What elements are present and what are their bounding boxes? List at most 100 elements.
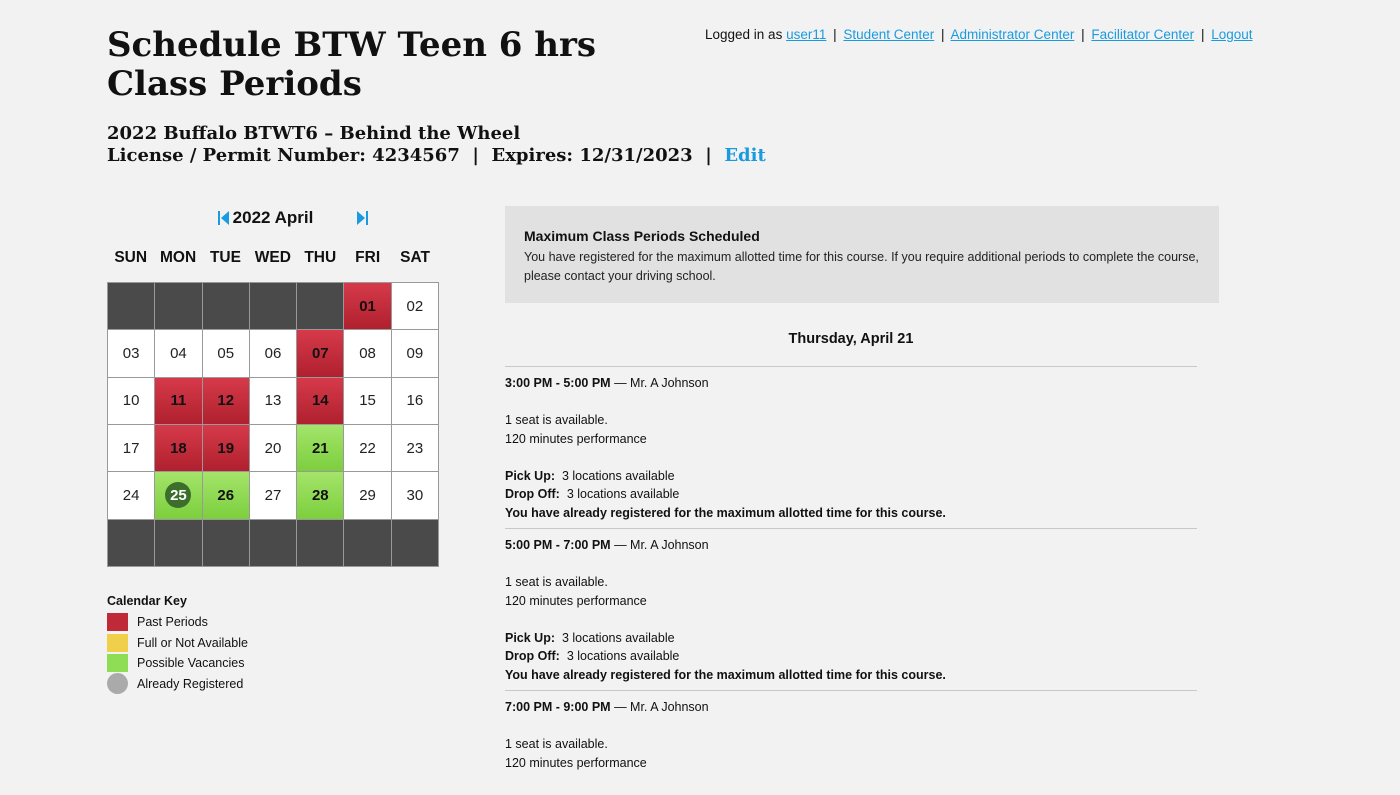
day-number: 28 [311,486,329,504]
slot-seats: 1 seat is available. [505,413,608,427]
calendar-month: 2022 April [232,208,314,227]
calendar-empty-cell [344,519,391,566]
slot-warning: You have already registered for the maxi… [505,667,946,682]
key-label: Past Periods [137,615,208,630]
slot-time: 7:00 PM - 9:00 PM [505,700,611,714]
calendar-day[interactable]: 25 [155,472,202,519]
calendar-day[interactable]: 18 [155,424,202,472]
student-center-link[interactable]: Student Center [843,27,934,42]
facilitator-center-link[interactable]: Facilitator Center [1091,27,1194,42]
license-line: License / Permit Number: 4234567 | Expir… [107,145,766,166]
top-nav: Logged in as user11 | Student Center | A… [705,27,1253,42]
calendar-key: Calendar Key Past Periods Full or Not Av… [107,594,248,695]
pickup-label: Pick Up: [505,630,556,645]
calendar-empty-cell [155,283,202,330]
calendar-day: 22 [344,424,391,472]
calendar-day: 09 [391,330,438,377]
slot-seats: 1 seat is available. [505,575,608,589]
calendar-empty-cell [202,283,249,330]
slot-performance: 120 minutes performance [505,431,647,446]
day-number: 07 [311,344,329,362]
slot-warning: You have already registered for the maxi… [505,505,946,520]
calendar-day[interactable]: 11 [155,377,202,424]
key-label: Full or Not Available [137,635,248,650]
max-periods-notice: Maximum Class Periods Scheduled You have… [505,206,1219,303]
pickup-value: 3 locations available [561,630,675,645]
calendar-header: 2022 April [107,206,439,230]
calendar-day[interactable]: 01 [344,283,391,330]
calendar-day[interactable]: 28 [297,472,344,519]
key-item: Full or Not Available [107,633,248,654]
calendar-day: 10 [108,377,155,424]
calendar-grid: 01 02 03 04 05 06 07 08 09 10 11 12 13 14 15 16 17 18 19 20… [107,282,439,567]
day-number: 17 [122,439,140,457]
calendar-day: 13 [249,377,297,424]
day-number: 06 [264,344,282,362]
slot-seats: 1 seat is available. [505,737,608,751]
calendar-day: 30 [391,472,438,519]
vacancy-swatch [107,654,128,673]
calendar-day[interactable]: 12 [202,377,249,424]
slot-performance: 120 minutes performance [505,593,647,608]
weekday-label: WED [254,249,291,266]
key-item: Already Registered [107,673,248,695]
calendar-key-title: Calendar Key [107,594,187,608]
weekday-label: MON [160,249,197,266]
edit-link[interactable]: Edit [724,145,765,166]
day-number: 14 [311,392,329,410]
slot-performance: 120 minutes performance [505,755,647,770]
logout-link[interactable]: Logout [1211,27,1252,42]
calendar-day: 03 [108,330,155,377]
day-number: 22 [359,439,376,457]
weekday-header: SUN MON TUE WED THU FRI SAT [107,249,439,267]
divider [505,528,1197,529]
dropoff-label: Drop Off: [505,487,560,501]
dropoff-value: 3 locations available [566,487,680,501]
calendar-empty-cell [249,283,297,330]
day-number: 15 [359,392,376,410]
slot-instructor: — Mr. A Johnson [614,538,709,552]
user-link[interactable]: user11 [786,27,826,42]
calendar-day[interactable]: 14 [297,377,344,424]
next-month-icon[interactable] [355,210,369,226]
day-number: 18 [170,439,187,457]
calendar-day[interactable]: 19 [202,424,249,472]
pickup-label: Pick Up: [505,468,556,483]
time-slot: 5:00 PM - 7:00 PM — Mr. A Johnson 1 seat… [505,536,1197,684]
time-slot: 3:00 PM - 5:00 PM — Mr. A Johnson 1 seat… [505,374,1197,522]
time-slot: 7:00 PM - 9:00 PM — Mr. A Johnson 1 seat… [505,698,1197,772]
day-number: 16 [406,392,424,410]
day-number: 08 [359,344,376,362]
day-number: 26 [217,486,235,504]
weekday-label: TUE [209,249,241,266]
calendar-day[interactable]: 21 [297,424,344,472]
slot-time: 5:00 PM - 7:00 PM [505,538,611,552]
expires-label: Expires: [491,145,574,166]
divider [505,366,1197,367]
calendar-day: 16 [391,377,438,424]
key-label: Possible Vacancies [137,656,245,671]
day-number: 01 [359,297,376,315]
notice-title: Maximum Class Periods Scheduled [524,228,760,244]
administrator-center-link[interactable]: Administrator Center [951,27,1075,42]
calendar-day[interactable]: 07 [297,330,344,377]
calendar-day: 05 [202,330,249,377]
calendar-day: 06 [249,330,297,377]
calendar-empty-cell [108,519,155,566]
past-swatch [107,613,128,632]
calendar-empty-cell [202,519,249,566]
calendar-day[interactable]: 26 [202,472,249,519]
page-title: Schedule BTW Teen 6 hrs Class Periods [107,25,597,104]
logged-in-label: Logged in as [705,27,783,42]
calendar-day: 29 [344,472,391,519]
day-number: 03 [122,344,140,362]
calendar-day: 23 [391,424,438,472]
expires-date: 12/31/2023 [579,145,693,166]
weekday-label: THU [304,249,337,266]
day-number: 02 [406,297,424,315]
calendar-day: 20 [249,424,297,472]
slot-time: 3:00 PM - 5:00 PM [505,376,611,390]
slot-instructor: — Mr. A Johnson [614,376,709,390]
weekday-label: SAT [400,249,430,266]
day-number: 19 [217,439,235,457]
